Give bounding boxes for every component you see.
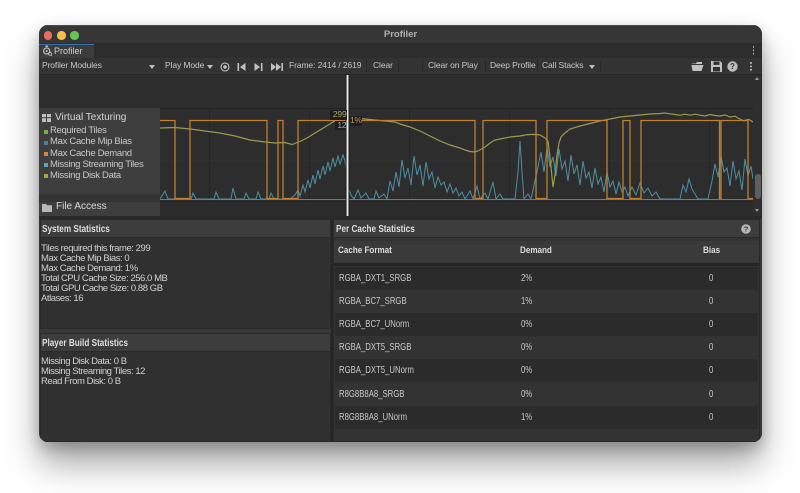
svg-text:?: ? [743, 225, 748, 234]
svg-text:?: ? [730, 62, 735, 71]
